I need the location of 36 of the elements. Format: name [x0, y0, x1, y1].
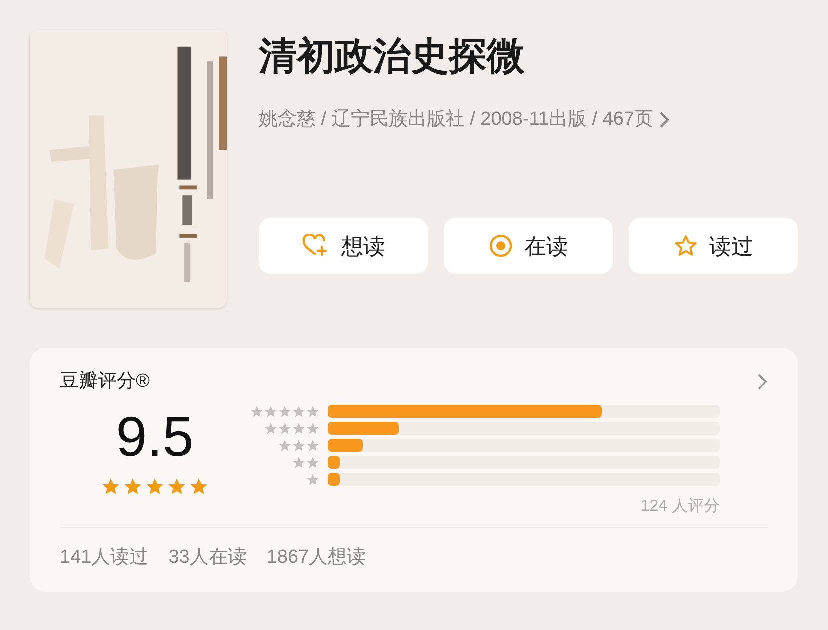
- reader-stat: 141人读过: [60, 546, 149, 570]
- star-icon: [264, 404, 278, 418]
- rating-title: 豆瓣评分®: [60, 370, 150, 394]
- star-icon: [101, 476, 121, 496]
- star-icon: [306, 456, 320, 470]
- star-icon: [292, 438, 306, 452]
- star-icon: [292, 404, 306, 418]
- rating-count: 124 人评分: [640, 496, 720, 516]
- reader-stat: 1867人想读: [266, 546, 366, 570]
- star-icon: [145, 476, 165, 496]
- star-icon: [264, 422, 278, 436]
- book-meta: 姚念慈 / 辽宁民族出版社 / 2008-11出版 / 467页: [259, 108, 654, 132]
- action-button[interactable]: 在读: [444, 218, 613, 274]
- star-icon: [278, 422, 292, 436]
- star-icon: [292, 456, 306, 470]
- book-title: 清初政治史探微: [259, 35, 526, 80]
- star-icon: [306, 404, 320, 418]
- heart-plus-icon: [302, 234, 330, 258]
- star-icon: [123, 476, 143, 496]
- star-icon: [292, 422, 306, 436]
- star-icon: [278, 438, 292, 452]
- star-icon: [306, 438, 320, 452]
- star-icon: [674, 234, 698, 258]
- star-icon: [278, 404, 292, 418]
- action-button[interactable]: 读过: [629, 218, 798, 274]
- target-icon: [488, 234, 512, 258]
- star-icon: [189, 476, 209, 496]
- rating-score: 9.5: [116, 408, 194, 464]
- star-icon: [250, 404, 264, 418]
- chevron-right-icon: [658, 110, 670, 130]
- reader-stat: 33人在读: [168, 546, 247, 570]
- star-icon: [167, 476, 187, 496]
- star-icon: [306, 422, 320, 436]
- chevron-right-icon: [756, 372, 768, 392]
- star-icon: [306, 472, 320, 486]
- action-button[interactable]: 想读: [259, 218, 428, 274]
